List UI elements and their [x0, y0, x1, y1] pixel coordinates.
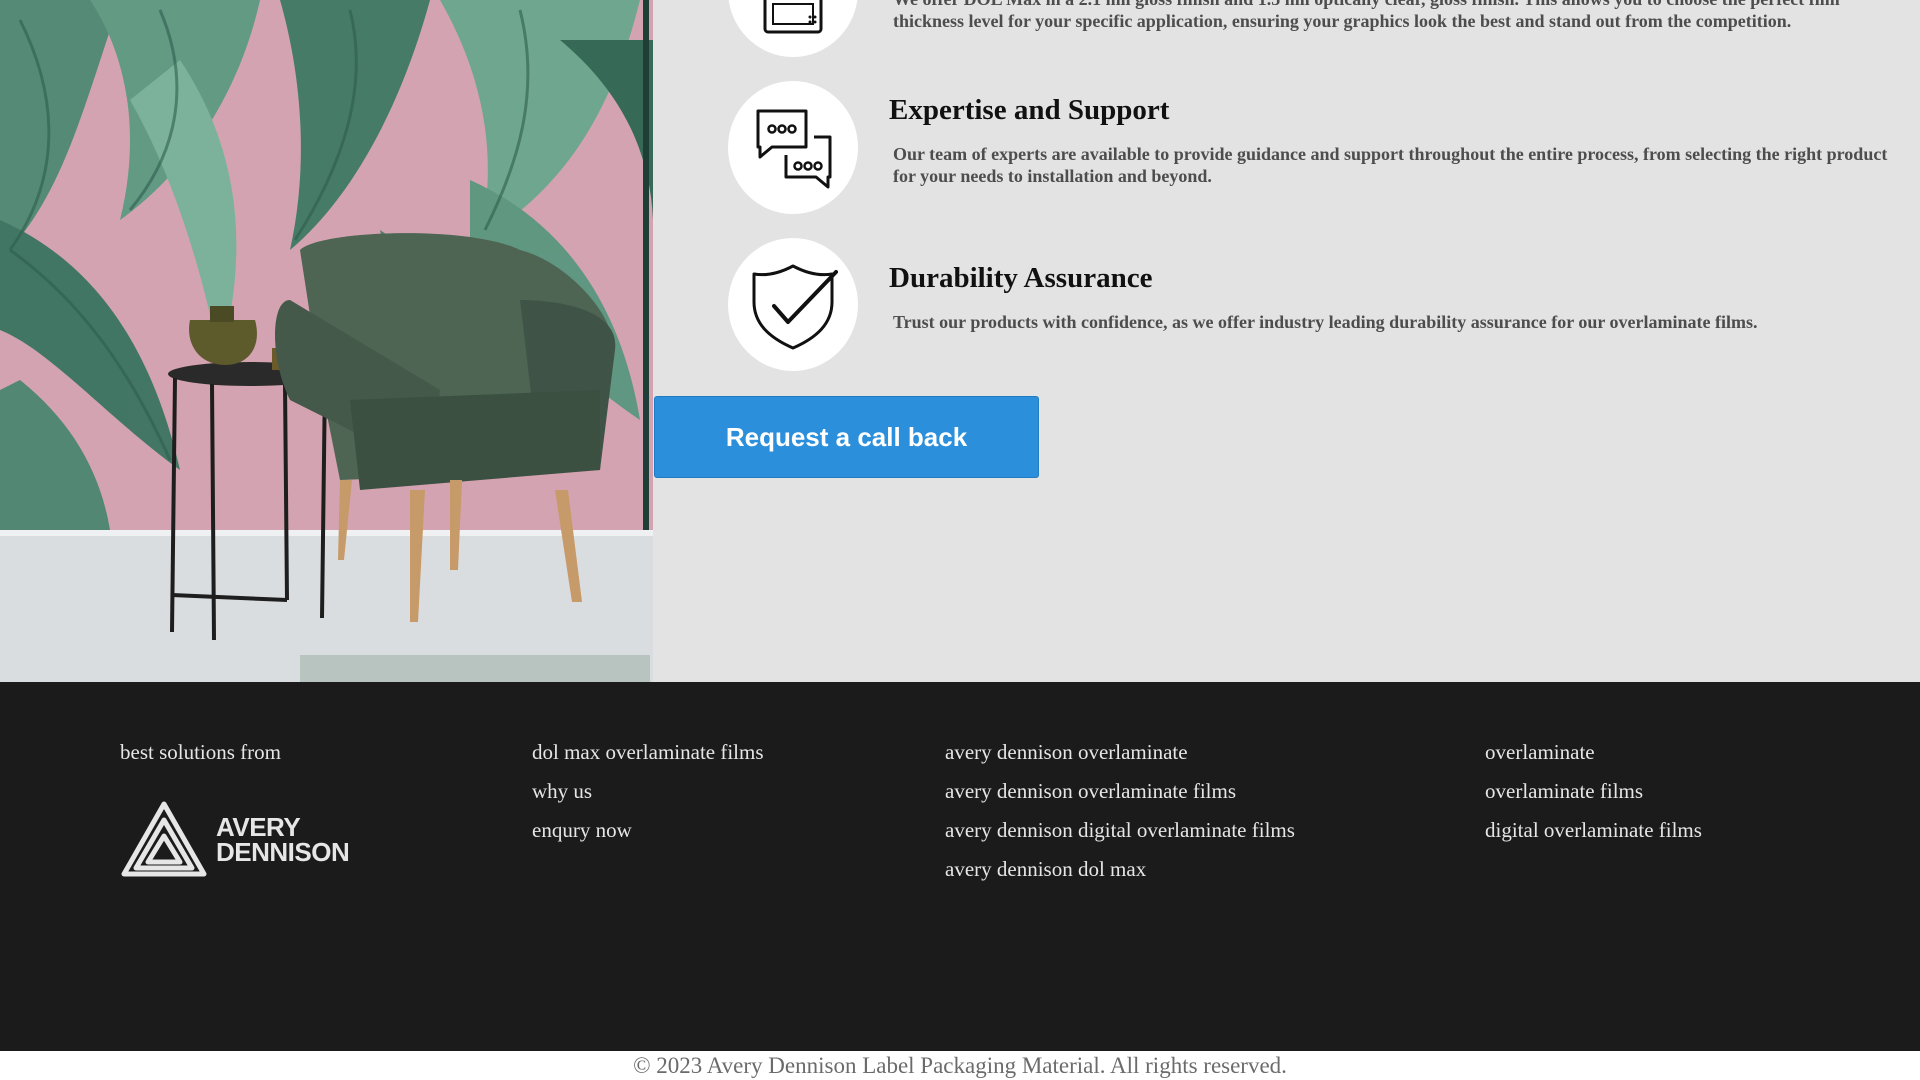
interior-photo: [0, 0, 653, 682]
footer-link-ad-overlaminate-films[interactable]: avery dennison overlaminate films: [945, 772, 1295, 811]
footer-link-ad-digital-overlaminate-films[interactable]: avery dennison digital overlaminate film…: [945, 811, 1295, 850]
printed-sheets-icon: [728, 0, 858, 57]
footer-link-dol-max-films[interactable]: dol max overlaminate films: [532, 733, 764, 772]
feature-description-1: We offer DOL Max in a 2.1 mil gloss fini…: [893, 0, 1840, 31]
footer-link-why-us[interactable]: why us: [532, 772, 764, 811]
footer-link-overlaminate[interactable]: overlaminate: [1485, 733, 1702, 772]
site-footer: best solutions from AVERY DENNISON dol m…: [0, 682, 1920, 1051]
request-callback-button[interactable]: Request a call back: [654, 396, 1039, 478]
avery-dennison-triangle-icon: [121, 801, 207, 877]
footer-links-column-3: avery dennison overlaminate avery dennis…: [945, 733, 1295, 889]
avery-dennison-logo[interactable]: AVERY DENNISON: [120, 800, 350, 880]
footer-link-overlaminate-films[interactable]: overlaminate films: [1485, 772, 1702, 811]
chat-bubbles-icon: [728, 81, 858, 214]
feature-description-2: Our team of experts are available to pro…: [893, 144, 1888, 186]
copyright-text: © 2023 Avery Dennison Label Packaging Ma…: [0, 1051, 1920, 1080]
footer-link-enquiry[interactable]: enqury now: [532, 811, 764, 850]
features-section: We offer DOL Max in a 2.1 mil gloss fini…: [0, 0, 1920, 682]
logo-text-line2: DENNISON: [216, 837, 350, 867]
footer-link-ad-dol-max[interactable]: avery dennison dol max: [945, 850, 1295, 889]
feature-title-3: Durability Assurance: [889, 262, 1153, 294]
footer-link-digital-overlaminate-films[interactable]: digital overlaminate films: [1485, 811, 1702, 850]
shield-check-icon: [728, 238, 858, 371]
footer-link-ad-overlaminate[interactable]: avery dennison overlaminate: [945, 733, 1295, 772]
footer-links-column-4: overlaminate overlaminate films digital …: [1485, 733, 1702, 850]
footer-brand-column: best solutions from AVERY DENNISON: [120, 733, 350, 880]
feature-title-2: Expertise and Support: [889, 94, 1170, 126]
feature-description-3: Trust our products with confidence, as w…: [893, 312, 1758, 332]
footer-links-column-2: dol max overlaminate films why us enqury…: [532, 733, 764, 850]
brand-label: best solutions from: [120, 740, 281, 764]
